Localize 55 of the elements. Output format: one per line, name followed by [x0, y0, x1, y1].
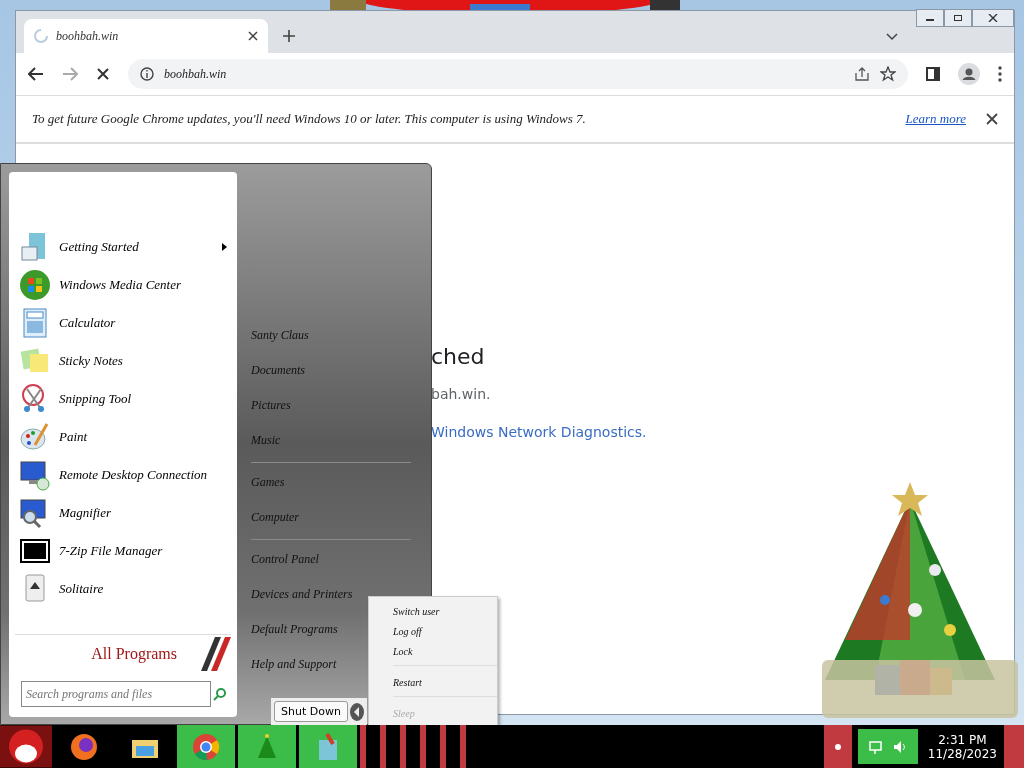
program-item[interactable]: Sticky Notes — [9, 342, 237, 380]
arrow-button-icon[interactable] — [349, 702, 364, 721]
side-panel-icon[interactable] — [926, 67, 940, 81]
stop-icon[interactable] — [96, 67, 110, 81]
address-bar[interactable]: boohbah.win — [128, 59, 908, 89]
error-text: bah.win. — [431, 386, 492, 404]
shut-down-button[interactable]: Shut Down — [274, 701, 348, 722]
search-icon[interactable] — [213, 687, 227, 701]
program-item[interactable]: Solitaire — [9, 570, 237, 608]
star-icon[interactable] — [880, 66, 896, 82]
start-orb-icon[interactable] — [0, 725, 52, 768]
program-item[interactable]: Snipping Tool — [9, 380, 237, 418]
minimize-button[interactable] — [916, 9, 944, 27]
error-heading: ched — [431, 344, 486, 371]
time-text: 2:31 PM — [938, 732, 987, 747]
windows-logo-icon — [19, 269, 51, 301]
program-item[interactable]: Windows Media Center — [9, 266, 237, 304]
close-icon — [988, 14, 998, 22]
program-item[interactable]: Paint — [9, 418, 237, 456]
browser-tab[interactable]: boohbah.win — [24, 19, 268, 53]
close-icon[interactable] — [986, 113, 998, 125]
place-item[interactable]: Santy Claus — [251, 318, 411, 353]
diagnostics-link[interactable]: Windows Network Diagnostics. — [431, 424, 1014, 440]
menu-item[interactable]: Switch user — [393, 601, 497, 621]
learn-more-link[interactable]: Learn more — [905, 111, 966, 127]
menu-item[interactable]: Restart — [393, 672, 497, 692]
share-icon[interactable] — [854, 67, 870, 81]
program-item[interactable]: Magnifier — [9, 494, 237, 532]
close-button[interactable] — [972, 9, 1014, 27]
program-item[interactable]: Calculator — [9, 304, 237, 342]
monitor-icon — [19, 459, 51, 491]
firefox-icon — [69, 731, 99, 762]
program-item[interactable]: Remote Desktop Connection — [9, 456, 237, 494]
date-text: 11/28/2023 — [927, 746, 997, 761]
restore-icon — [953, 14, 963, 22]
new-tab-icon[interactable] — [282, 29, 296, 43]
profile-icon[interactable] — [958, 63, 980, 85]
show-hidden-icons-button[interactable] — [823, 725, 852, 768]
info-icon — [140, 67, 154, 81]
update-message: To get future Google Chrome updates, you'll need Windows 10 or later. This computer is using Windows 7. — [32, 111, 587, 127]
menu-icon[interactable] — [998, 66, 1002, 82]
place-item[interactable]: Documents — [251, 353, 411, 388]
chevron-down-icon[interactable] — [886, 33, 898, 41]
search-field[interactable]: Search programs and files — [21, 681, 212, 707]
chrome-icon — [191, 731, 221, 762]
menu-item[interactable]: Lock — [393, 641, 497, 661]
dot-icon — [834, 743, 841, 750]
close-tab-icon[interactable] — [248, 31, 258, 41]
menu-item[interactable]: Log off — [393, 621, 497, 641]
program-item[interactable]: 7-Zip File Manager — [9, 532, 237, 570]
back-icon[interactable] — [28, 67, 44, 81]
restore-button[interactable] — [944, 9, 972, 27]
palette-icon — [19, 421, 51, 453]
clock[interactable]: 2:31 PM 11/28/2023 — [923, 725, 1001, 768]
program-item[interactable]: Getting Started — [9, 228, 237, 266]
